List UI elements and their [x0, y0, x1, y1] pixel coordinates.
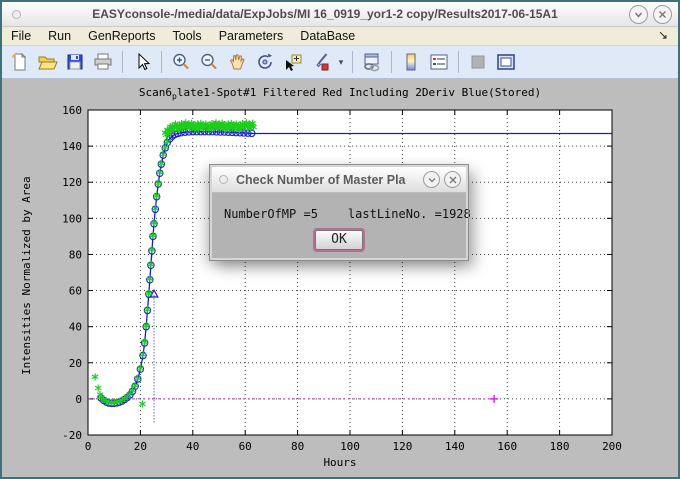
dialog-message-right: lastLineNo. =1928	[348, 207, 471, 221]
x-tick-label: 140	[445, 440, 465, 453]
x-tick-label: 40	[186, 440, 199, 453]
hide-plot-tools-button	[465, 49, 491, 75]
app-window: EASYconsole-/media/data/ExpJobs/MI 16_09…	[0, 0, 680, 479]
open-file-icon	[36, 51, 58, 73]
y-tick-label: -20	[62, 429, 82, 442]
menu-database[interactable]: DataBase	[300, 29, 355, 43]
y-tick-label: 140	[62, 140, 82, 153]
menu-parameters[interactable]: Parameters	[219, 29, 284, 43]
close-icon	[448, 175, 458, 185]
x-tick-label: 80	[291, 440, 304, 453]
edit-pointer-button[interactable]	[129, 49, 155, 75]
window-menu-icon[interactable]	[12, 10, 21, 19]
dialog-close-button[interactable]	[444, 171, 461, 188]
toolbar-separator	[352, 51, 353, 73]
y-tick-label: 120	[62, 176, 82, 189]
figure-toolbar: ▾	[2, 46, 678, 79]
y-tick-label: 80	[69, 248, 82, 261]
save-icon	[64, 51, 86, 73]
link-plots-icon	[361, 51, 383, 73]
dialog-shade-button[interactable]	[423, 171, 440, 188]
y-tick-label: 60	[69, 285, 82, 298]
y-tick-label: 100	[62, 212, 82, 225]
dock-figure-button[interactable]	[493, 49, 519, 75]
dock-figure-icon	[495, 51, 517, 73]
x-tick-label: 0	[85, 440, 92, 453]
insert-legend-icon	[428, 51, 450, 73]
check-master-plates-dialog: Check Number of Master Pla NumberOfMP =5…	[210, 165, 468, 260]
toolbar-separator	[161, 51, 162, 73]
hide-plot-tools-icon	[467, 51, 489, 73]
plot-canvas[interactable]: 020406080100120140160180200-200204060801…	[2, 81, 678, 477]
zoom-in-button[interactable]	[168, 49, 194, 75]
rotate-3d-button[interactable]	[252, 49, 278, 75]
rotate-3d-icon	[254, 51, 276, 73]
open-file-button[interactable]	[34, 49, 60, 75]
x-tick-label: 100	[340, 440, 360, 453]
pointer-icon	[131, 51, 153, 73]
save-button[interactable]	[62, 49, 88, 75]
new-file-button[interactable]	[6, 49, 32, 75]
insert-legend-button[interactable]	[426, 49, 452, 75]
zoom-out-button[interactable]	[196, 49, 222, 75]
link-plots-button[interactable]	[359, 49, 385, 75]
dialog-message: NumberOfMP =5 lastLineNo. =1928	[224, 207, 454, 221]
y-tick-label: 0	[75, 393, 82, 406]
brush-button[interactable]	[308, 49, 334, 75]
close-icon	[657, 9, 668, 20]
x-tick-label: 200	[602, 440, 622, 453]
data-cursor-icon	[282, 51, 304, 73]
print-icon	[92, 51, 114, 73]
dialog-message-left: NumberOfMP =5	[224, 207, 318, 221]
zoom-out-icon	[198, 51, 220, 73]
menu-tearoff-icon[interactable]: ↘	[658, 28, 668, 42]
close-button[interactable]	[653, 5, 672, 24]
dialog-title-bar[interactable]: Check Number of Master Pla	[212, 167, 466, 193]
chevron-down-icon	[633, 9, 644, 20]
menu-genreports[interactable]: GenReports	[88, 29, 155, 43]
y-tick-label: 160	[62, 104, 82, 117]
toolbar-separator	[122, 51, 123, 73]
x-tick-label: 160	[497, 440, 517, 453]
pan-button[interactable]	[224, 49, 250, 75]
dialog-title: Check Number of Master Pla	[236, 173, 423, 187]
data-cursor-button[interactable]	[280, 49, 306, 75]
ok-button[interactable]: OK	[315, 230, 363, 250]
y-tick-label: 20	[69, 357, 82, 370]
x-tick-label: 120	[392, 440, 412, 453]
insert-colorbar-icon	[400, 51, 422, 73]
chevron-down-icon	[427, 175, 437, 185]
figure-area: Scan6plate1-Spot#1 Filtered Red Includin…	[2, 81, 678, 477]
dialog-window-menu-icon[interactable]	[219, 175, 228, 184]
print-button[interactable]	[90, 49, 116, 75]
toolbar-separator	[391, 51, 392, 73]
shade-button[interactable]	[629, 5, 648, 24]
zoom-in-icon	[170, 51, 192, 73]
x-tick-label: 20	[134, 440, 147, 453]
toolbar-separator	[458, 51, 459, 73]
title-bar[interactable]: EASYconsole-/media/data/ExpJobs/MI 16_09…	[2, 2, 678, 27]
window-title: EASYconsole-/media/data/ExpJobs/MI 16_09…	[42, 7, 608, 21]
menu-file[interactable]: File	[11, 29, 31, 43]
brush-icon	[310, 51, 332, 73]
new-file-icon	[8, 51, 30, 73]
menu-bar: File Run GenReports Tools Parameters Dat…	[2, 27, 678, 46]
y-tick-label: 40	[69, 321, 82, 334]
insert-colorbar-button[interactable]	[398, 49, 424, 75]
brush-dropdown-caret[interactable]: ▾	[336, 57, 346, 68]
menu-tools[interactable]: Tools	[173, 29, 202, 43]
menu-run[interactable]: Run	[48, 29, 71, 43]
x-tick-label: 60	[239, 440, 252, 453]
pan-hand-icon	[226, 51, 248, 73]
x-tick-label: 180	[550, 440, 570, 453]
